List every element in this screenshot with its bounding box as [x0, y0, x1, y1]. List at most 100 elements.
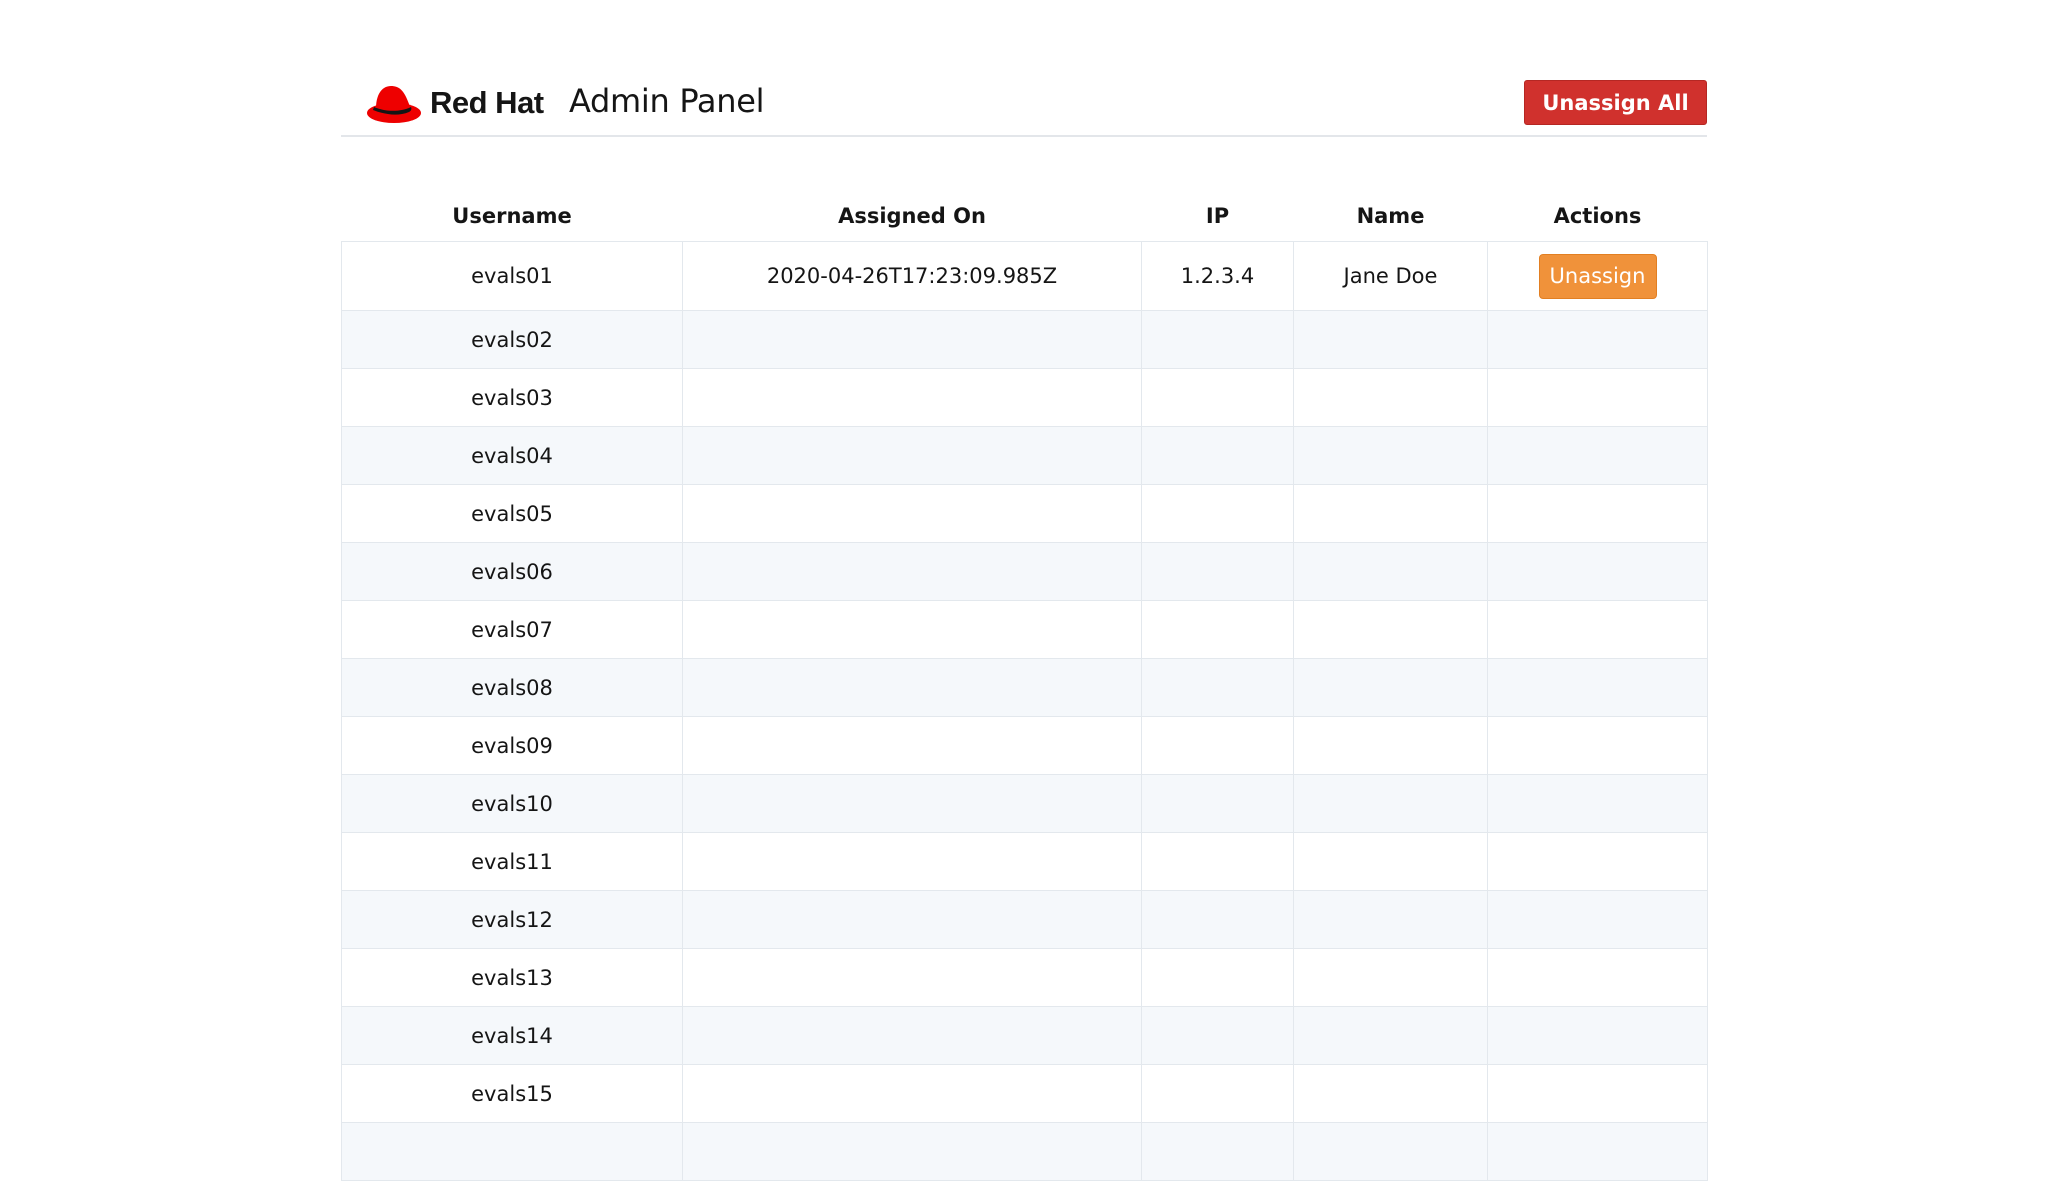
cell-name — [1293, 600, 1488, 659]
column-header-name[interactable]: Name — [1294, 191, 1488, 242]
cell-username: evals04 — [341, 426, 683, 485]
cell-assigned-on — [682, 658, 1142, 717]
table-body: evals01 2020-04-26T17:23:09.985Z 1.2.3.4 Ja… — [341, 241, 1708, 1181]
table-row: evals09 — [341, 716, 1708, 775]
column-header-actions: Actions — [1553, 204, 1642, 228]
cell-assigned-on — [682, 368, 1142, 427]
cell-assigned-on — [682, 948, 1142, 1007]
cell-actions — [1487, 890, 1708, 949]
unassign-all-button[interactable]: Unassign All — [1524, 80, 1707, 125]
table-row: evals04 — [341, 426, 1708, 485]
red-hat-logo-icon — [367, 86, 421, 123]
column-header-assigned-on[interactable]: Assigned On — [683, 191, 1142, 242]
cell-actions — [1487, 658, 1708, 717]
cell-assigned-on — [682, 1006, 1142, 1065]
table-row: evals01 2020-04-26T17:23:09.985Z 1.2.3.4 Ja… — [341, 241, 1708, 311]
cell-assigned-on — [682, 890, 1142, 949]
cell-name — [1293, 1006, 1488, 1065]
cell-ip — [1141, 310, 1294, 369]
cell-name — [1293, 542, 1488, 601]
cell-ip: 1.2.3.4 — [1141, 241, 1294, 311]
cell-actions — [1487, 1006, 1708, 1065]
table-row: evals06 — [341, 542, 1708, 601]
cell-name — [1293, 890, 1488, 949]
cell-assigned-on — [682, 310, 1142, 369]
cell-username — [341, 1122, 683, 1181]
cell-assigned-on — [682, 484, 1142, 543]
cell-name — [1293, 368, 1488, 427]
cell-ip — [1141, 542, 1294, 601]
cell-username: evals01 — [341, 241, 683, 311]
cell-actions — [1487, 1064, 1708, 1123]
cell-actions — [1487, 1122, 1708, 1181]
cell-ip — [1141, 658, 1294, 717]
cell-actions — [1487, 774, 1708, 833]
table-row: evals13 — [341, 948, 1708, 1007]
table-row: evals12 — [341, 890, 1708, 949]
cell-name — [1293, 1122, 1488, 1181]
cell-ip — [1141, 1006, 1294, 1065]
cell-assigned-on — [682, 426, 1142, 485]
cell-ip — [1141, 716, 1294, 775]
cell-assigned-on: 2020-04-26T17:23:09.985Z — [682, 241, 1142, 311]
cell-username: evals06 — [341, 542, 683, 601]
brand: Red Hat — [365, 80, 544, 126]
cell-ip — [1141, 1122, 1294, 1181]
cell-username: evals10 — [341, 774, 683, 833]
table-row: evals15 — [341, 1064, 1708, 1123]
admin-panel-page: Red Hat Admin Panel Unassign All Usernam… — [341, 0, 1708, 1181]
cell-actions — [1487, 310, 1708, 369]
table-row: evals08 — [341, 658, 1708, 717]
page-title: Admin Panel — [569, 82, 765, 120]
cell-username: evals05 — [341, 484, 683, 543]
cell-username: evals08 — [341, 658, 683, 717]
cell-ip — [1141, 832, 1294, 891]
cell-ip — [1141, 774, 1294, 833]
table-header-row: Username Assigned On IP Name Actions — [342, 191, 1708, 242]
cell-ip — [1141, 948, 1294, 1007]
cell-username: evals12 — [341, 890, 683, 949]
cell-actions — [1487, 426, 1708, 485]
assignments-table: Username Assigned On IP Name Actions eva… — [341, 191, 1708, 1181]
cell-assigned-on — [682, 600, 1142, 659]
cell-assigned-on — [682, 542, 1142, 601]
table-row: evals02 — [341, 310, 1708, 369]
cell-username: evals09 — [341, 716, 683, 775]
table-row: evals05 — [341, 484, 1708, 543]
cell-name — [1293, 310, 1488, 369]
column-header-ip[interactable]: IP — [1142, 191, 1294, 242]
cell-actions — [1487, 600, 1708, 659]
cell-name — [1293, 774, 1488, 833]
cell-actions — [1487, 368, 1708, 427]
cell-name — [1293, 426, 1488, 485]
cell-assigned-on — [682, 832, 1142, 891]
cell-name: Jane Doe — [1293, 241, 1488, 311]
cell-ip — [1141, 484, 1294, 543]
table-row: evals07 — [341, 600, 1708, 659]
cell-assigned-on — [682, 1122, 1142, 1181]
table-row: evals03 — [341, 368, 1708, 427]
cell-ip — [1141, 426, 1294, 485]
cell-username: evals07 — [341, 600, 683, 659]
cell-username: evals03 — [341, 368, 683, 427]
logo-text: Red Hat — [430, 85, 544, 120]
cell-name — [1293, 948, 1488, 1007]
cell-name — [1293, 832, 1488, 891]
cell-username: evals11 — [341, 832, 683, 891]
unassign-button[interactable]: Unassign — [1538, 253, 1657, 299]
column-header-username[interactable]: Username — [342, 191, 683, 242]
cell-name — [1293, 1064, 1488, 1123]
cell-actions — [1487, 484, 1708, 543]
cell-username: evals15 — [341, 1064, 683, 1123]
cell-username: evals14 — [341, 1006, 683, 1065]
cell-ip — [1141, 600, 1294, 659]
cell-name — [1293, 658, 1488, 717]
table-row: evals14 — [341, 1006, 1708, 1065]
cell-ip — [1141, 1064, 1294, 1123]
cell-name — [1293, 716, 1488, 775]
cell-actions — [1487, 832, 1708, 891]
cell-actions — [1487, 542, 1708, 601]
header-bar: Red Hat Admin Panel Unassign All — [341, 0, 1707, 137]
cell-actions: Unassign — [1487, 241, 1708, 311]
cell-username: evals02 — [341, 310, 683, 369]
